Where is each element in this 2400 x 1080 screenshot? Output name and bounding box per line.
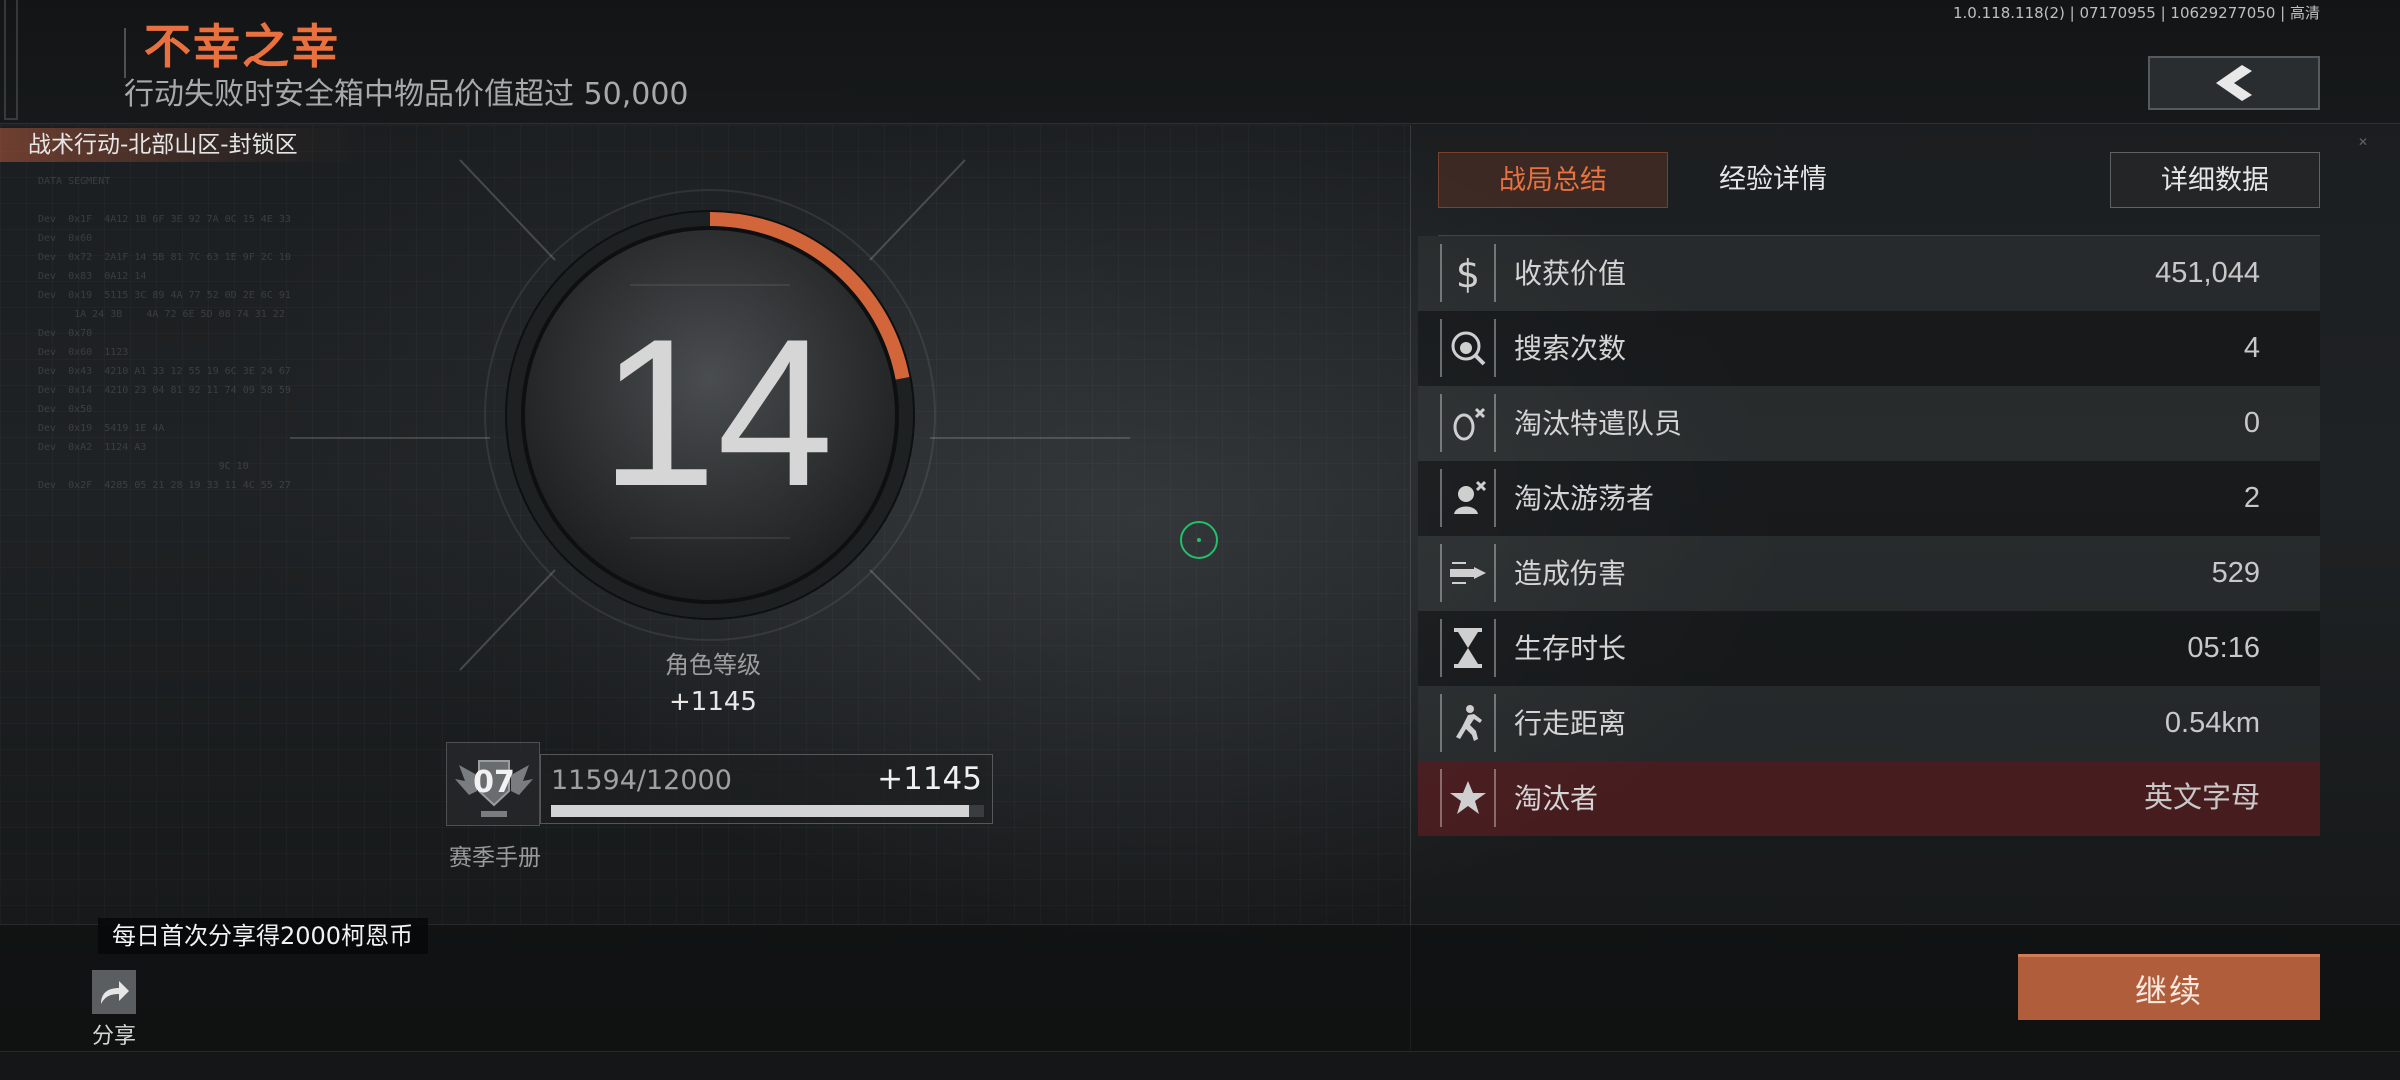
stat-row-survival-time: 生存时长 05:16 (1418, 611, 2320, 686)
stats-list: $ 收获价值 451,044 搜索次数 4 淘汰特遣队员 0 淘汰游荡者 2 造… (1418, 236, 2320, 836)
stat-label: 淘汰游荡者 (1514, 482, 1655, 515)
stat-row-damage-dealt: 造成伤害 529 (1418, 536, 2320, 611)
share-reward-tip: 每日首次分享得2000柯恩币 (98, 918, 428, 954)
hourglass-icon (1440, 619, 1496, 677)
stat-label: 搜索次数 (1514, 332, 1627, 365)
share-button[interactable] (92, 970, 136, 1014)
back-button[interactable] (2148, 56, 2320, 110)
stat-label: 造成伤害 (1514, 557, 1627, 590)
stat-label: 行走距离 (1514, 707, 1627, 740)
season-xp-bar-fill (551, 805, 970, 817)
stat-label: 生存时长 (1514, 632, 1627, 665)
search-icon (1440, 319, 1496, 377)
stat-value: 2 (2243, 482, 2260, 514)
level-display: 14 (290, 150, 1130, 710)
level-xp-gain: +1145 (669, 687, 757, 717)
detailed-data-button[interactable]: 详细数据 (2110, 152, 2320, 208)
stat-value: 451,044 (2155, 257, 2260, 289)
season-xp-progress: 11594/12000 (551, 765, 732, 796)
tab-battle-summary[interactable]: 战局总结 (1438, 152, 1668, 208)
stat-row-wanderer-kills: 淘汰游荡者 2 (1418, 461, 2320, 536)
page-title: 不幸之幸 (144, 20, 340, 75)
stat-label: 收获价值 (1514, 257, 1627, 290)
corner-accent (4, 0, 18, 120)
operator-kill-icon (1440, 394, 1496, 452)
stat-label: 淘汰者 (1514, 782, 1599, 815)
stat-row-eliminated-by: 淘汰者 英文字母 (1418, 761, 2320, 836)
title-bracket (124, 28, 126, 78)
season-xp-gain: +1145 (877, 761, 982, 797)
level-label: 角色等级 (665, 651, 761, 679)
crosshair-icon (1180, 521, 1218, 559)
season-level: 07 (473, 765, 515, 800)
season-xp-panel: 11594/12000 +1145 (540, 754, 993, 824)
stat-value: 0.54km (2164, 707, 2260, 739)
level-number: 14 (600, 295, 834, 530)
stat-row-loot-value: $ 收获价值 451,044 (1418, 236, 2320, 311)
stat-value: 529 (2211, 557, 2260, 589)
season-pass-label: 赛季手册 (449, 845, 541, 871)
stat-value: 4 (2243, 332, 2260, 364)
back-arrow-icon (2216, 65, 2252, 101)
share-label[interactable]: 分享 (78, 1018, 150, 1050)
dollar-icon: $ (1440, 244, 1496, 302)
page-subtitle: 行动失败时安全箱中物品价值超过 50,000 (124, 77, 689, 112)
walking-icon (1440, 694, 1496, 752)
stat-row-search-count: 搜索次数 4 (1418, 311, 2320, 386)
damage-icon (1440, 544, 1496, 602)
wanderer-kill-icon (1440, 469, 1496, 527)
stat-value: 05:16 (2187, 632, 2260, 664)
stat-label: 淘汰特遣队员 (1514, 407, 1683, 440)
stat-row-operator-kills: 淘汰特遣队员 0 (1418, 386, 2320, 461)
version-info: 1.0.118.118(2) | 07170955 | 10629277050 … (1953, 4, 2320, 22)
stat-row-walk-distance: 行走距离 0.54km (1418, 686, 2320, 761)
tab-bar: 战局总结 经验详情 详细数据 (1438, 152, 2320, 208)
continue-button[interactable]: 继续 (2018, 954, 2320, 1020)
stat-value: 英文字母 (2143, 782, 2260, 814)
panel-divider (1410, 125, 1411, 1050)
season-pass-badge[interactable]: 07 (446, 742, 540, 826)
star-icon (1440, 769, 1496, 827)
corner-mark: ✕ (2358, 135, 2369, 149)
share-arrow-icon (101, 981, 129, 1004)
stat-value: 0 (2243, 407, 2260, 439)
svg-text:$: $ (1456, 252, 1480, 295)
tab-experience-details[interactable]: 经验详情 (1668, 152, 1878, 208)
season-xp-bar (551, 805, 984, 817)
